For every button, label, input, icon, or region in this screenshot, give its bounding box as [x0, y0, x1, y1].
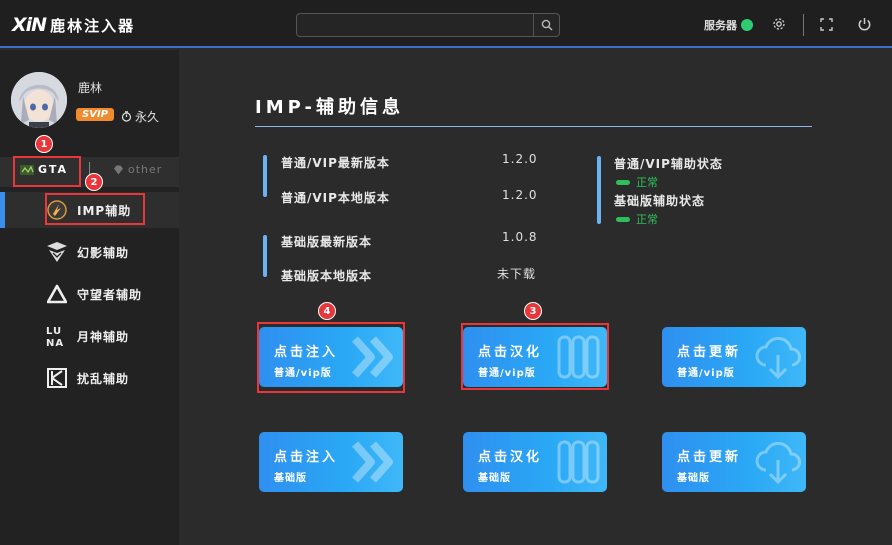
status-label: 基础版辅助状态 — [614, 194, 706, 208]
avatar-image — [11, 72, 67, 128]
status-value: 正常 — [636, 176, 658, 189]
sidebar: 鹿林 SVIP 永久 GTA other IMP辅助 幻影辅助 守望者辅助 LU… — [0, 50, 179, 545]
fullscreen-icon — [819, 17, 833, 31]
search-icon — [541, 19, 552, 31]
localize-basic-button[interactable]: 点击汉化 基础版 — [463, 432, 607, 492]
title-divider — [255, 126, 812, 127]
info-value: 1.2.0 — [502, 152, 538, 166]
phantom-icon — [46, 241, 68, 263]
info-label: 普通/VIP最新版本 — [281, 156, 390, 170]
sidebar-item-phantom[interactable]: 幻影辅助 — [0, 234, 179, 270]
annotation-badge-3: 3 — [524, 302, 542, 320]
sidebar-item-label: 扰乱辅助 — [77, 371, 130, 386]
page-title: IMP-辅助信息 — [255, 97, 404, 118]
server-status-dot — [741, 19, 753, 31]
button-subtitle: 普通/vip版 — [677, 368, 735, 379]
annotation-box-2 — [45, 193, 145, 225]
button-subtitle: 基础版 — [274, 473, 307, 484]
sidebar-item-label: 守望者辅助 — [77, 287, 143, 302]
power-button[interactable] — [855, 15, 873, 33]
title-bar: XiN 鹿林注入器 服务器 — [0, 0, 892, 48]
info-label: 普通/VIP本地版本 — [281, 191, 390, 205]
update-basic-button[interactable]: 点击更新 基础版 — [662, 432, 806, 492]
app-title: 鹿林注入器 — [50, 16, 136, 35]
app-logo: XiN 鹿林注入器 — [12, 13, 135, 37]
info-accent-bar — [263, 235, 267, 277]
search-input[interactable] — [297, 14, 533, 36]
book-icon — [557, 440, 600, 484]
annotation-badge-4: 4 — [318, 302, 336, 320]
luna-icon: LU NA — [46, 325, 68, 348]
sidebar-item-luna[interactable]: LU NA 月神辅助 — [0, 318, 179, 354]
info-label: 基础版本地版本 — [281, 269, 373, 283]
toolbar-divider — [803, 14, 804, 36]
settings-button[interactable] — [770, 15, 788, 33]
search-box — [296, 13, 560, 37]
diamond-icon — [114, 165, 123, 174]
info-value: 1.0.8 — [502, 230, 538, 244]
annotation-badge-1: 1 — [35, 135, 53, 153]
inject-basic-button[interactable]: 点击注入 基础版 — [259, 432, 403, 492]
cloud-download-icon — [755, 336, 801, 380]
annotation-badge-2: 2 — [85, 173, 103, 191]
button-title: 点击注入 — [274, 450, 339, 465]
sidebar-item-watcher[interactable]: 守望者辅助 — [0, 276, 179, 312]
button-title: 点击更新 — [677, 450, 742, 465]
search-button[interactable] — [533, 14, 559, 36]
status-accent-bar — [597, 156, 601, 224]
watcher-icon — [46, 283, 68, 305]
sidebar-item-disrupt[interactable]: 扰乱辅助 — [0, 360, 179, 396]
sidebar-item-label: 月神辅助 — [77, 329, 130, 344]
membership-duration: 永久 — [121, 108, 159, 125]
info-label: 基础版最新版本 — [281, 235, 373, 249]
server-status: 服务器 — [704, 17, 753, 33]
status-value: 正常 — [636, 213, 658, 226]
status-label: 普通/VIP辅助状态 — [614, 157, 723, 171]
avatar[interactable] — [11, 72, 67, 128]
disrupt-icon — [46, 367, 68, 389]
button-subtitle: 基础版 — [677, 473, 710, 484]
annotation-box-4 — [257, 322, 405, 393]
status-pill — [616, 216, 630, 222]
status-indicator: 正常 — [616, 211, 658, 227]
cloud-download-icon — [755, 441, 801, 485]
svg-text:LU: LU — [46, 326, 62, 337]
status-pill — [616, 179, 630, 185]
svg-text:NA: NA — [46, 338, 64, 348]
power-icon — [858, 17, 870, 31]
info-accent-bar — [263, 155, 267, 197]
double-chevron-icon — [352, 441, 393, 483]
tab-other[interactable]: other — [113, 163, 162, 176]
status-indicator: 正常 — [616, 174, 658, 190]
button-title: 点击更新 — [677, 345, 742, 360]
button-title: 点击汉化 — [478, 450, 543, 465]
duration-label: 永久 — [135, 110, 160, 124]
button-subtitle: 基础版 — [478, 473, 511, 484]
annotation-box-1 — [13, 156, 81, 187]
info-value: 1.2.0 — [502, 188, 538, 202]
update-vip-button[interactable]: 点击更新 普通/vip版 — [662, 327, 806, 387]
gear-icon — [773, 18, 785, 30]
fullscreen-button[interactable] — [817, 15, 835, 33]
logo-mark: XiN — [12, 14, 47, 36]
tab-other-label: other — [128, 163, 163, 176]
username: 鹿林 — [78, 81, 103, 95]
vip-badge: SVIP — [76, 108, 114, 121]
annotation-box-3 — [461, 323, 609, 390]
info-value: 未下载 — [497, 267, 537, 281]
sidebar-item-label: 幻影辅助 — [77, 245, 130, 260]
server-label: 服务器 — [704, 19, 737, 32]
timer-icon — [121, 111, 132, 122]
